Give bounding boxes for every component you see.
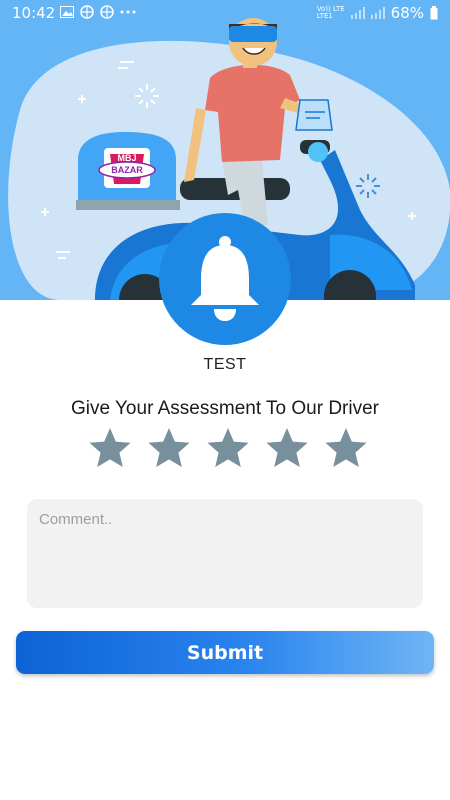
star-rating[interactable] (86, 425, 370, 473)
network-type: Vo)) LTE LTE1 (317, 6, 345, 20)
bell-icon (191, 236, 259, 321)
battery-percent: 68% (390, 4, 424, 22)
ball-icon-2 (100, 5, 114, 19)
status-time: 10:42 (12, 4, 56, 22)
star-icon-4[interactable] (263, 425, 311, 473)
rating-prompt: Give Your Assessment To Our Driver (71, 398, 379, 419)
gallery-icon (60, 6, 74, 18)
status-notification-icons (60, 5, 136, 19)
notification-bell-badge (159, 213, 291, 345)
status-bar: 10:42 Vo)) LTE LTE1 68% (0, 0, 450, 28)
signal-icon-2 (370, 7, 385, 19)
star-icon-5[interactable] (322, 425, 370, 473)
more-notifications-icon (120, 10, 136, 14)
brand-bottom-text: BAZAR (111, 165, 143, 175)
comment-field[interactable] (27, 499, 423, 608)
notification-title: TEST (203, 356, 247, 373)
network-bottom-text: LTE1 (316, 12, 333, 20)
star-icon-3[interactable] (204, 425, 252, 473)
star-icon-2[interactable] (145, 425, 193, 473)
submit-button[interactable]: Submit (16, 631, 434, 674)
ball-icon (80, 5, 94, 19)
brand-top-text: MBJ (117, 153, 136, 163)
signal-icon (350, 7, 365, 19)
battery-icon (430, 6, 438, 20)
star-icon-1[interactable] (86, 425, 134, 473)
status-right: Vo)) LTE LTE1 68% (317, 4, 438, 22)
